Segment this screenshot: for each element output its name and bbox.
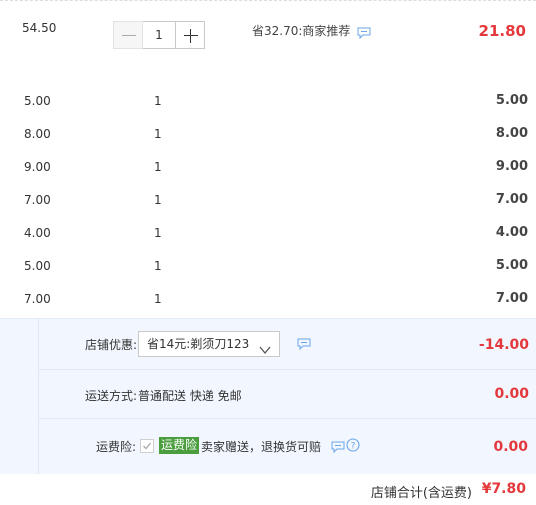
shipping-amount: 0.00: [494, 386, 529, 402]
list-item: 5.00 1 5.00: [0, 85, 536, 118]
sub-item-qty: 1: [154, 193, 162, 207]
insurance-checkbox[interactable]: [140, 439, 154, 453]
shop-discount-row: 店铺优惠: 省14元:剃须刀123 -14.00: [39, 319, 536, 370]
sub-item-qty: 1: [154, 259, 162, 273]
item-subtotal: 21.80: [478, 22, 526, 40]
sub-item-qty: 1: [154, 226, 162, 240]
question-circle-icon[interactable]: ?: [346, 438, 360, 455]
sub-item-total: 7.00: [495, 291, 528, 306]
chevron-down-icon: [259, 339, 271, 363]
sub-item-qty: 1: [154, 160, 162, 174]
sub-item-total: 7.00: [495, 192, 528, 207]
shop-discount-amount: -14.00: [478, 337, 529, 353]
sub-item-price: 9.00: [24, 160, 51, 174]
sub-item-price: 5.00: [24, 259, 51, 273]
sub-item-total: 8.00: [495, 126, 528, 141]
sub-item-price: 7.00: [24, 292, 51, 306]
sub-item-total: 9.00: [495, 159, 528, 174]
coupon-select[interactable]: 省14元:剃须刀123: [138, 331, 280, 357]
list-item: 9.00 1 9.00: [0, 151, 536, 184]
insurance-amount: 0.00: [493, 439, 528, 455]
sub-item-qty: 1: [154, 94, 162, 108]
sub-item-price: 7.00: [24, 193, 51, 207]
quantity-stepper: 1: [113, 21, 205, 49]
checkmark-icon: [143, 442, 152, 450]
list-item: 4.00 1 4.00: [0, 217, 536, 250]
shop-total-label: 店铺合计(含运费): [370, 486, 472, 501]
sub-item-total: 5.00: [495, 93, 528, 108]
insurance-panel: 运费险: 运费险 卖家赠送，退换货可赔 ? 0.00: [38, 418, 536, 474]
insurance-section: 运费险: 运费险 卖家赠送，退换货可赔 ? 0.00: [0, 418, 536, 474]
coupon-select-value: 省14元:剃须刀123: [147, 337, 250, 351]
decrease-quantity-button[interactable]: [113, 21, 143, 49]
sub-item-price: 4.00: [24, 226, 51, 240]
list-item: 7.00 1 7.00: [0, 283, 536, 316]
insurance-label: 运费险:: [95, 440, 136, 454]
shop-discount-label: 店铺优惠:: [84, 338, 137, 352]
insurance-text: 卖家赠送，退换货可赔: [201, 440, 322, 454]
quantity-input[interactable]: 1: [142, 21, 176, 49]
sub-item-price: 5.00: [24, 94, 51, 108]
svg-text:?: ?: [351, 442, 356, 452]
sub-item-total: 5.00: [495, 258, 528, 273]
list-item: 5.00 1 5.00: [0, 250, 536, 283]
chat-icon[interactable]: [331, 441, 345, 456]
list-item: 7.00 1 7.00: [0, 184, 536, 217]
insurance-badge: 运费险: [159, 437, 200, 454]
order-item-row: 54.50 1 省32.70:商家推荐 21.80: [0, 0, 536, 70]
shipping-row: 运送方式: 普通配送 快递 免邮 0.00: [39, 370, 536, 419]
sub-item-price: 8.00: [24, 127, 51, 141]
chat-icon[interactable]: [297, 338, 311, 353]
chat-icon[interactable]: [357, 27, 371, 42]
sub-item-qty: 1: [154, 127, 162, 141]
sub-item-total: 4.00: [495, 225, 528, 240]
sub-item-qty: 1: [154, 292, 162, 306]
shipping-label: 运送方式:: [84, 389, 137, 403]
promo-text: 省32.70:商家推荐: [252, 24, 351, 38]
increase-quantity-button[interactable]: [175, 21, 205, 49]
unit-price: 54.50: [22, 21, 57, 35]
list-item: 8.00 1 8.00: [0, 118, 536, 151]
shipping-method: 普通配送 快递 免邮: [138, 389, 242, 403]
shop-total-amount: ¥7.80: [481, 481, 526, 497]
shop-total-footer: 店铺合计(含运费) ¥7.80: [0, 474, 536, 505]
